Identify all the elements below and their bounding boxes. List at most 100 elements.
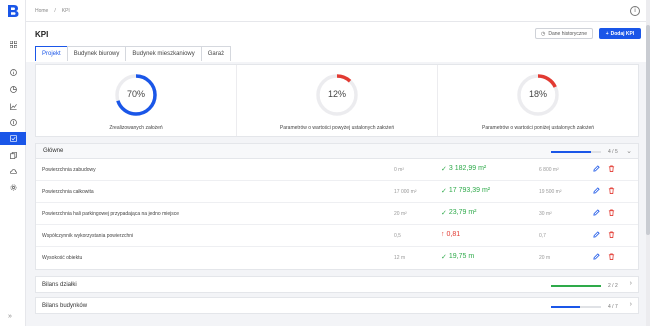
kpi-target-value: 20 m	[539, 255, 551, 261]
ring-value: 70%	[126, 89, 145, 99]
kpi-name: Powierzchnia zabudowy	[42, 167, 96, 173]
table-row: Powierzchnia całkowita 17 000 m² ✓ 17 793,3…	[36, 181, 638, 203]
sidebar-item-cloud[interactable]	[0, 165, 26, 178]
pencil-icon[interactable]	[593, 165, 600, 172]
breadcrumb-current: KPI	[61, 8, 70, 14]
section-progress-bar	[551, 306, 601, 308]
section-buildings-header[interactable]: Bilans budynków 4 / 7 ›	[35, 297, 639, 314]
trash-icon[interactable]	[608, 253, 615, 260]
sidebar-item-kpi[interactable]	[0, 132, 26, 145]
section-progress-fill	[551, 151, 591, 153]
trash-icon[interactable]	[608, 209, 615, 216]
kpi-value-text: 19,75 m	[448, 253, 475, 260]
kpi-icon	[9, 135, 17, 142]
section-main-header[interactable]: Główne 4 / 5 ⌄	[35, 143, 639, 159]
kpi-value-text: 0,81	[446, 231, 461, 238]
copy-icon	[9, 152, 17, 159]
kpi-current-value: ✓ 23,79 m²	[441, 209, 477, 217]
arrow-up-icon: ↑	[441, 231, 445, 238]
sidebar: »	[0, 0, 26, 326]
summary-below: 18% Parametrów o wartości poniżej ustalo…	[438, 65, 638, 136]
pie-chart-icon	[9, 86, 17, 93]
kpi-name: Powierzchnia całkowita	[42, 189, 94, 195]
collapse-sidebar-icon[interactable]: »	[8, 313, 12, 320]
scrollbar-thumb[interactable]	[646, 25, 650, 235]
table-row: Współczynnik wykorzystania powierzchni 0,…	[36, 225, 638, 247]
coin-icon	[9, 119, 17, 126]
kpi-current-value: ↑ 0,81	[441, 231, 460, 238]
sidebar-item-settings[interactable]	[0, 181, 26, 194]
breadcrumb-home[interactable]: Home	[35, 8, 48, 14]
plus-icon: +	[605, 30, 609, 37]
tab-garaz[interactable]: Garaż	[200, 46, 232, 61]
chevron-down-icon[interactable]: ⌄	[626, 147, 632, 155]
table-row: Wysokość obiektu 12 m ✓ 19,75 m 20 m	[36, 247, 638, 269]
sidebar-item-dashboard[interactable]	[0, 38, 26, 51]
section-progress-fill	[551, 306, 580, 308]
kpi-value-text: 23,79 m²	[448, 209, 477, 216]
section-progress-fill	[551, 285, 601, 287]
kpi-name: Powierzchnia hali parkingowej przypadają…	[42, 211, 180, 217]
breadcrumb: Home / KPI	[35, 8, 70, 14]
summary-caption: Parametrów o wartości powyżej ustalonych…	[279, 125, 395, 131]
summary-realized: 70% Zrealizowanych założeń	[36, 65, 237, 136]
table-row: Powierzchnia hali parkingowej przypadają…	[36, 203, 638, 225]
kpi-base-value: 17 000 m²	[394, 189, 417, 195]
section-progress-bar	[551, 285, 601, 287]
grid-icon	[9, 41, 17, 48]
kpi-base-value: 0 m²	[394, 167, 404, 173]
summary-caption: Zrealizowanych założeń	[109, 125, 163, 131]
kpi-base-value: 12 m	[394, 255, 406, 261]
ring-value: 12%	[327, 89, 346, 99]
pencil-icon[interactable]	[593, 209, 600, 216]
history-button-label: Dane historyczne	[548, 30, 587, 37]
page-title: KPI	[35, 30, 49, 39]
kpi-target-value: 19 500 m²	[539, 189, 562, 195]
trash-icon[interactable]	[608, 231, 615, 238]
tab-budynek-biurowy[interactable]: Budynek biurowy	[66, 46, 127, 61]
info-circle-icon	[9, 69, 17, 76]
kpi-content: 70% Zrealizowanych założeń 12% Parametró…	[35, 64, 639, 314]
line-chart-icon	[9, 103, 17, 110]
tab-budynek-mieszkaniowy[interactable]: Budynek mieszkaniowy	[125, 46, 202, 61]
tab-bar: Projekt Budynek biurowy Budynek mieszkan…	[35, 46, 232, 61]
kpi-current-value: ✓ 19,75 m	[441, 253, 474, 261]
kpi-target-value: 30 m²	[539, 211, 552, 217]
pencil-icon[interactable]	[593, 231, 600, 238]
sidebar-item-analytics[interactable]	[0, 100, 26, 113]
section-progress-bar	[551, 151, 601, 153]
section-title: Główne	[43, 148, 64, 154]
check-icon: ✓	[441, 188, 447, 195]
kpi-target-value: 0,7	[539, 233, 546, 239]
kpi-name: Wysokość obiektu	[42, 255, 83, 261]
sidebar-item-finance[interactable]	[0, 116, 26, 129]
kpi-value-text: 3 182,99 m²	[448, 165, 487, 172]
info-icon[interactable]: i	[630, 6, 640, 16]
sidebar-item-info[interactable]	[0, 66, 26, 79]
section-plot-header[interactable]: Bilans działki 2 / 2 ›	[35, 276, 639, 293]
page-header: KPI ◷ Dane historyczne + Dodaj KPI Proje…	[26, 22, 650, 62]
kpi-value-text: 17 793,39 m²	[448, 187, 491, 194]
section-count: 2 / 2	[608, 283, 618, 289]
pencil-icon[interactable]	[593, 187, 600, 194]
chevron-right-icon[interactable]: ›	[630, 280, 632, 287]
table-row: Powierzchnia zabudowy 0 m² ✓ 3 182,99 m² 6 8…	[36, 159, 638, 181]
trash-icon[interactable]	[608, 187, 615, 194]
check-icon: ✓	[441, 166, 447, 173]
tab-projekt[interactable]: Projekt	[35, 46, 68, 61]
chevron-right-icon[interactable]: ›	[630, 301, 632, 308]
kpi-target-value: 6 800 m²	[539, 167, 559, 173]
add-kpi-button[interactable]: + Dodaj KPI	[599, 28, 641, 39]
sidebar-item-reports[interactable]	[0, 83, 26, 96]
pencil-icon[interactable]	[593, 253, 600, 260]
section-title: Bilans działki	[42, 282, 77, 288]
section-title: Bilans budynków	[42, 303, 88, 309]
kpi-base-value: 0,5	[394, 233, 401, 239]
app-logo-icon[interactable]	[6, 4, 20, 18]
kpi-base-value: 20 m²	[394, 211, 407, 217]
sidebar-item-documents[interactable]	[0, 149, 26, 162]
trash-icon[interactable]	[608, 165, 615, 172]
page-scrollbar[interactable]	[646, 0, 650, 326]
history-button[interactable]: ◷ Dane historyczne	[535, 28, 593, 39]
ring-value: 18%	[528, 89, 547, 99]
